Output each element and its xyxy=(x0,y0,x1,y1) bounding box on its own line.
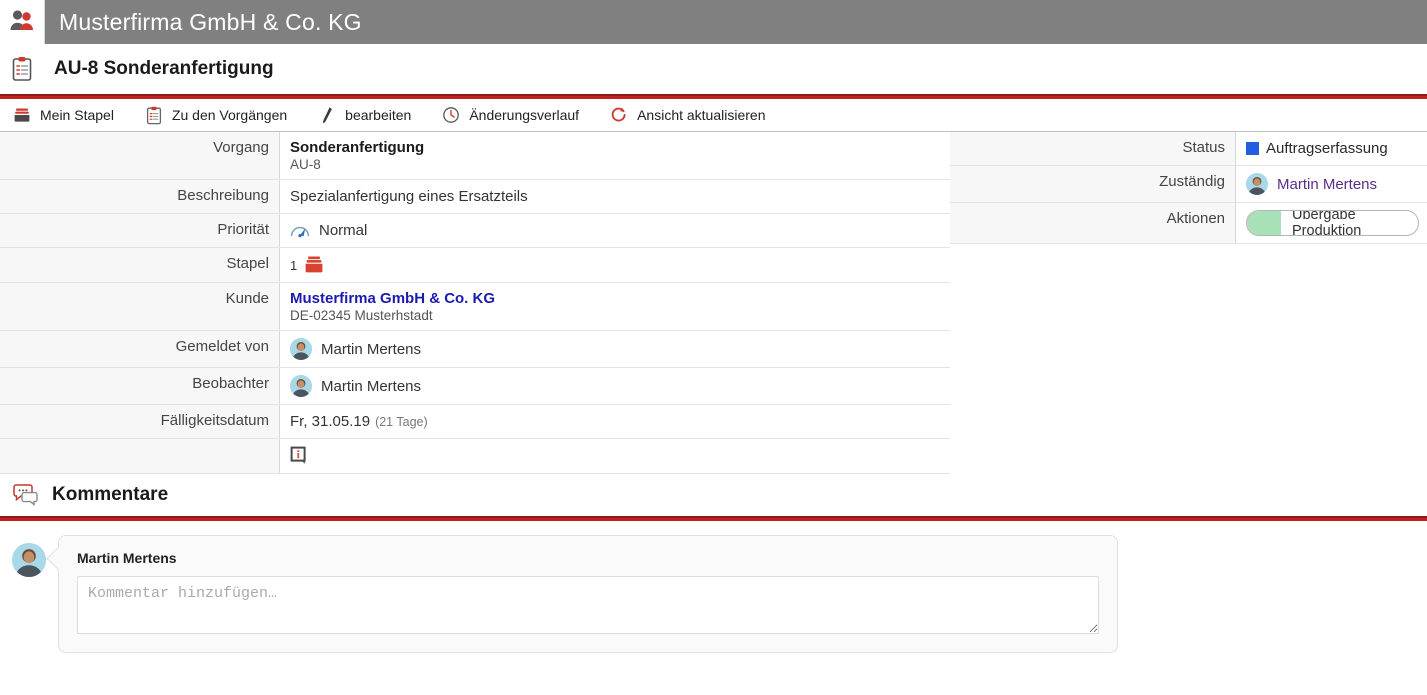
field-label: Stapel xyxy=(0,248,280,282)
field-row-vorgang: Vorgang Sonderanfertigung AU-8 xyxy=(0,132,950,180)
details-area: Vorgang Sonderanfertigung AU-8 Beschreib… xyxy=(0,132,1427,474)
field-label: Aktionen xyxy=(950,203,1236,243)
field-row-note xyxy=(0,439,950,474)
due-remaining: (21 Tage) xyxy=(375,415,428,429)
field-row-zustaendig: Zuständig Martin Mertens xyxy=(950,166,1427,203)
field-row-kunde: Kunde Musterfirma GmbH & Co. KG DE-02345… xyxy=(0,283,950,331)
field-label xyxy=(0,439,280,473)
vorgang-title: Sonderanfertigung xyxy=(290,139,942,156)
toolbar-item-label: bearbeiten xyxy=(345,107,411,123)
toolbar-item-ansicht-aktualisieren[interactable]: Ansicht aktualisieren xyxy=(609,105,765,125)
toolbar-item-bearbeiten[interactable]: bearbeiten xyxy=(317,105,411,125)
field-row-stapel: Stapel 1 xyxy=(0,248,950,283)
toolbar-item-label: Zu den Vorgängen xyxy=(172,107,287,123)
status-color-swatch xyxy=(1246,142,1259,155)
field-row-faelligkeitsdatum: Fälligkeitsdatum Fr, 31.05.19 (21 Tage) xyxy=(0,405,950,439)
field-row-prioritaet: Priorität Normal xyxy=(0,214,950,248)
field-value: Spezialanfertigung eines Ersatzteils xyxy=(280,180,950,213)
tray-stack-icon xyxy=(12,105,32,125)
status-badge: Auftragserfassung xyxy=(1266,140,1388,157)
beobachter-name: Martin Mertens xyxy=(321,378,421,395)
field-label: Zuständig xyxy=(950,166,1236,202)
action-toolbar: Mein Stapel Zu den Vorgängen bearbeiten xyxy=(0,99,1427,132)
toolbar-item-zu-den-vorgaengen[interactable]: Zu den Vorgängen xyxy=(144,105,287,125)
comment-author: Martin Mertens xyxy=(77,550,1099,566)
comments-title: Kommentare xyxy=(44,484,168,506)
people-icon xyxy=(9,9,35,35)
app-logo[interactable] xyxy=(0,0,45,44)
avatar xyxy=(290,338,312,360)
zustaendig-link[interactable]: Martin Mertens xyxy=(1277,176,1377,193)
field-row-status: Status Auftragserfassung xyxy=(950,132,1427,166)
field-label: Priorität xyxy=(0,214,280,247)
comments-header: Kommentare xyxy=(0,474,1427,516)
info-note-icon[interactable] xyxy=(290,446,308,466)
field-row-beschreibung: Beschreibung Spezialanfertigung eines Er… xyxy=(0,180,950,214)
company-name: Musterfirma GmbH & Co. KG xyxy=(45,0,362,44)
toolbar-item-label: Ansicht aktualisieren xyxy=(637,107,765,123)
clipboard-icon xyxy=(144,105,164,125)
field-value: Martin Mertens xyxy=(280,368,950,404)
clock-icon xyxy=(441,105,461,125)
toolbar-item-mein-stapel[interactable]: Mein Stapel xyxy=(12,105,114,125)
field-label: Vorgang xyxy=(0,132,280,179)
prioritaet-text: Normal xyxy=(319,222,367,239)
avatar xyxy=(290,375,312,397)
avatar xyxy=(12,543,46,577)
field-value: Martin Mertens xyxy=(1236,166,1427,202)
page-title: AU-8 Sonderanfertigung xyxy=(44,44,274,94)
field-row-beobachter: Beobachter Martin Mertens xyxy=(0,368,950,405)
field-value: 1 xyxy=(280,248,950,282)
field-value: Martin Mertens xyxy=(280,331,950,367)
field-label: Kunde xyxy=(0,283,280,330)
field-label: Status xyxy=(950,132,1236,165)
top-company-bar: Musterfirma GmbH & Co. KG xyxy=(0,0,1427,44)
field-label: Beobachter xyxy=(0,368,280,404)
toolbar-item-label: Änderungsverlauf xyxy=(469,107,579,123)
side-panel: Status Auftragserfassung Zuständig Marti… xyxy=(950,132,1427,244)
field-label: Beschreibung xyxy=(0,180,280,213)
field-label: Gemeldet von xyxy=(0,331,280,367)
refresh-icon xyxy=(609,105,629,125)
field-value: Normal xyxy=(280,214,950,247)
field-value: Auftragserfassung xyxy=(1236,132,1427,165)
field-value: Fr, 31.05.19 (21 Tage) xyxy=(280,405,950,438)
comment-bubble: Martin Mertens xyxy=(58,535,1118,653)
action-color-swatch xyxy=(1247,211,1281,235)
toolbar-item-label: Mein Stapel xyxy=(40,107,114,123)
toolbar-item-aenderungsverlauf[interactable]: Änderungsverlauf xyxy=(441,105,579,125)
kunde-address: DE-02345 Musterhstadt xyxy=(290,308,942,323)
comment-input[interactable] xyxy=(77,576,1099,634)
field-row-aktionen: Aktionen Übergabe Produktion xyxy=(950,203,1427,244)
uebergabe-produktion-button[interactable]: Übergabe Produktion xyxy=(1246,210,1419,236)
field-value: Sonderanfertigung AU-8 xyxy=(280,132,950,179)
stapel-count: 1 xyxy=(290,258,297,273)
kunde-link[interactable]: Musterfirma GmbH & Co. KG xyxy=(290,290,942,307)
due-date: Fr, 31.05.19 xyxy=(290,413,370,430)
pencil-icon xyxy=(317,105,337,125)
field-value xyxy=(280,439,950,473)
clipboard-icon xyxy=(0,44,44,94)
field-label: Fälligkeitsdatum xyxy=(0,405,280,438)
avatar xyxy=(1246,173,1268,195)
tray-stack-icon[interactable] xyxy=(303,255,325,275)
field-row-gemeldet-von: Gemeldet von Martin Mertens xyxy=(0,331,950,368)
vorgang-key: AU-8 xyxy=(290,157,942,172)
gemeldet-von-name: Martin Mertens xyxy=(321,341,421,358)
page-title-bar: AU-8 Sonderanfertigung xyxy=(0,44,1427,94)
action-button-label: Übergabe Produktion xyxy=(1292,210,1406,236)
field-value: Übergabe Produktion xyxy=(1236,203,1427,243)
comment-composer: Martin Mertens xyxy=(0,521,1427,653)
gauge-icon xyxy=(290,224,310,238)
field-value: Musterfirma GmbH & Co. KG DE-02345 Muste… xyxy=(280,283,950,330)
details-table: Vorgang Sonderanfertigung AU-8 Beschreib… xyxy=(0,132,950,474)
speech-bubbles-icon xyxy=(8,483,44,507)
